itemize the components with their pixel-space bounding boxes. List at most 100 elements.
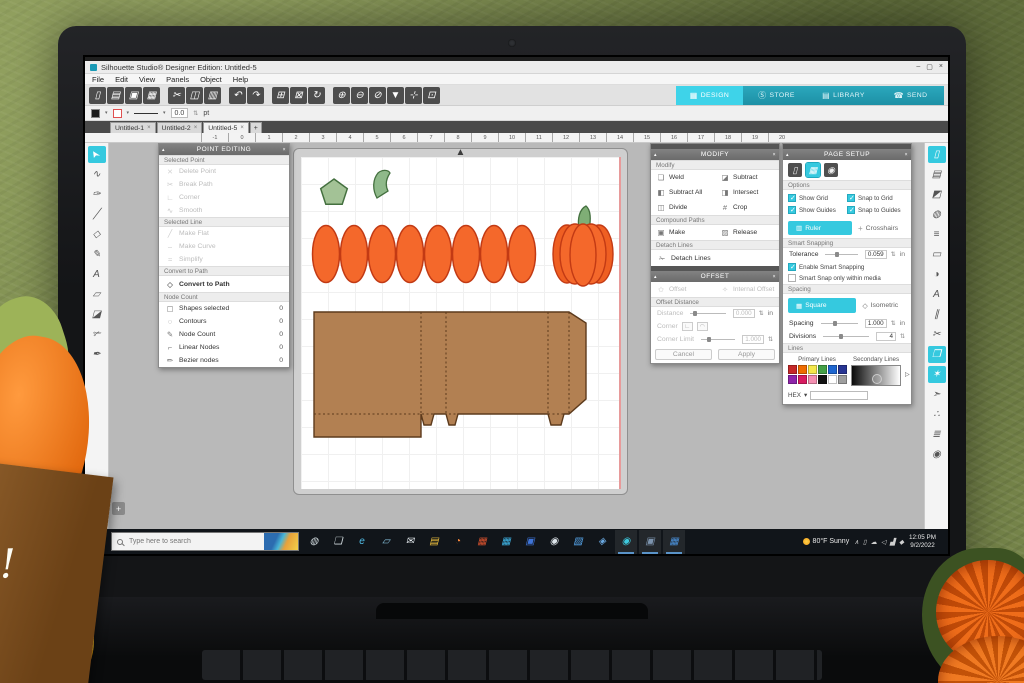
distance-value[interactable]: 0.000: [733, 309, 755, 318]
point-editing-action[interactable]: ⨯ Delete Point: [159, 165, 289, 178]
paste-icon[interactable]: ▥: [204, 87, 221, 104]
undo-icon[interactable]: ↶: [229, 87, 246, 104]
sphere-panel-icon[interactable]: ◉: [928, 446, 946, 463]
mail-icon[interactable]: ✉: [399, 530, 421, 554]
select-all-icon[interactable]: ⊞: [272, 87, 289, 104]
modify-action-button[interactable]: ◪ Subtract: [715, 170, 779, 185]
divisions-stepper[interactable]: ⇅: [900, 333, 905, 340]
menu-file[interactable]: File: [92, 75, 104, 84]
note-tool-icon[interactable]: ▱: [88, 286, 106, 303]
file-explorer-icon[interactable]: ▤: [423, 530, 445, 554]
detach-lines-button[interactable]: ✁ Detach Lines: [651, 250, 779, 266]
line-color-swatch[interactable]: [788, 375, 797, 384]
internal-offset-button[interactable]: ✧ Internal Offset: [715, 282, 779, 297]
trace-panel-icon[interactable]: ◍: [928, 206, 946, 223]
option-checkbox[interactable]: Show Grid: [788, 194, 847, 202]
shade-panel-icon[interactable]: ◑: [928, 266, 946, 283]
collapse-panel-icon[interactable]: ▴: [162, 147, 165, 153]
line-tool-icon[interactable]: ╱: [88, 206, 106, 223]
modify-panel-header[interactable]: ▴ MODIFY ×: [651, 149, 779, 160]
close-panel-icon[interactable]: ×: [283, 147, 286, 153]
corner-limit-value[interactable]: 1.000: [742, 335, 764, 344]
stem-shape[interactable]: [374, 170, 390, 198]
page-settings-tab-icon[interactable]: ▯: [788, 163, 802, 177]
weather-widget[interactable]: 80°F Sunny: [803, 538, 850, 545]
task-view-icon[interactable]: ❏: [327, 530, 349, 554]
pumpkin-segment-ellipses[interactable]: [313, 226, 536, 283]
line-weight-stepper[interactable]: ⇅: [193, 110, 198, 117]
tolerance-value[interactable]: 0.059: [865, 250, 887, 259]
fill-color-dropdown[interactable]: [113, 109, 122, 118]
point-editing-action[interactable]: ≈ Simplify: [159, 253, 289, 266]
close-panel-icon[interactable]: ×: [905, 152, 908, 158]
app-icon[interactable]: ◈: [591, 530, 613, 554]
menu-object[interactable]: Object: [200, 75, 222, 84]
line-color-swatch[interactable]: [818, 375, 827, 384]
minimize-button[interactable]: –: [916, 63, 920, 71]
secondary-lines-gradient-picker[interactable]: [851, 365, 901, 386]
office-icon[interactable]: ▦: [471, 530, 493, 554]
spacing-stepper[interactable]: ⇅: [891, 320, 896, 327]
lasso-tool-icon[interactable]: ∿: [88, 166, 106, 183]
smart-snap-checkbox[interactable]: Enable Smart Snapping: [788, 263, 906, 271]
doc-tab-untitled-2[interactable]: Untitled-2×: [157, 122, 203, 133]
app-icon[interactable]: ▣: [639, 530, 661, 554]
point-editing-action[interactable]: ✂ Break Path: [159, 178, 289, 191]
chevron-up-icon[interactable]: ∧: [854, 538, 859, 546]
maximize-button[interactable]: ▢: [926, 63, 933, 71]
close-panel-icon[interactable]: ×: [773, 152, 776, 158]
close-panel-icon[interactable]: ×: [773, 274, 776, 280]
apply-button[interactable]: Apply: [718, 349, 775, 360]
menu-edit[interactable]: Edit: [115, 75, 128, 84]
select-tool-icon[interactable]: ➤: [88, 146, 106, 163]
hex-caret-icon[interactable]: ▾: [804, 392, 807, 399]
round-corner-button[interactable]: ◠: [697, 322, 708, 331]
compound-path-button[interactable]: ▨ Release: [715, 225, 779, 240]
line-color-swatch[interactable]: [798, 365, 807, 374]
edge-icon[interactable]: e: [351, 530, 373, 554]
tab-send[interactable]: ☎ SEND: [877, 86, 944, 105]
design-page[interactable]: [301, 157, 621, 489]
line-color-swatch[interactable]: [828, 375, 837, 384]
menu-panels[interactable]: Panels: [166, 75, 189, 84]
grid-settings-tab-icon[interactable]: ▦: [806, 163, 820, 177]
distance-slider[interactable]: [690, 313, 725, 314]
collapse-panel-icon[interactable]: ▴: [654, 152, 657, 158]
new-file-icon[interactable]: ▯: [89, 87, 106, 104]
distance-stepper[interactable]: ⇅: [759, 310, 764, 317]
spray-panel-icon[interactable]: ∴: [928, 406, 946, 423]
page-setup-panel-icon[interactable]: ▯: [928, 146, 946, 163]
doc-tab-untitled-1[interactable]: Untitled-1×: [110, 122, 156, 133]
crosshairs-toggle[interactable]: + Crosshairs: [858, 224, 906, 233]
send-panel-icon[interactable]: ➣: [928, 386, 946, 403]
deselect-all-icon[interactable]: ⊠: [290, 87, 307, 104]
text-tool-icon[interactable]: A: [88, 266, 106, 283]
fit-page-icon[interactable]: ⊡: [423, 87, 440, 104]
offset-panel-header[interactable]: ▴ OFFSET ×: [651, 271, 779, 282]
rotate-icon[interactable]: ↻: [308, 87, 325, 104]
convert-to-path-button[interactable]: ◇ Convert to Path: [159, 276, 289, 292]
doc-tab-untitled-5[interactable]: Untitled-5×: [203, 122, 249, 133]
line-color-swatch[interactable]: [828, 365, 837, 374]
volume-icon[interactable]: ◁: [881, 538, 886, 546]
knife-tool-icon[interactable]: ✃: [88, 326, 106, 343]
app-icon[interactable]: ▦: [663, 530, 685, 554]
line-color-swatch[interactable]: [788, 365, 797, 374]
menu-view[interactable]: View: [139, 75, 155, 84]
freehand-tool-icon[interactable]: ✎: [88, 246, 106, 263]
align-panel-icon[interactable]: ∥: [928, 306, 946, 323]
box-template[interactable]: [314, 312, 586, 437]
point-editing-tool-icon[interactable]: ✑: [88, 186, 106, 203]
modify-action-button[interactable]: ◨ Intersect: [715, 185, 779, 200]
modify-action-button[interactable]: # Crop: [715, 200, 779, 215]
modify-action-button[interactable]: ◧ Subtract All: [651, 185, 715, 200]
spacing-value[interactable]: 1.000: [865, 319, 887, 328]
steam-icon[interactable]: ◉: [543, 530, 565, 554]
canvas-area[interactable]: ▲: [109, 143, 924, 529]
silhouette-studio-icon[interactable]: ◉: [615, 530, 637, 554]
cancel-button[interactable]: Cancel: [655, 349, 712, 360]
close-button[interactable]: ×: [939, 63, 943, 71]
cloud-icon[interactable]: ☁: [871, 538, 878, 546]
tolerance-slider[interactable]: [825, 254, 857, 255]
square-grid-button[interactable]: ▦ Square: [788, 298, 856, 313]
